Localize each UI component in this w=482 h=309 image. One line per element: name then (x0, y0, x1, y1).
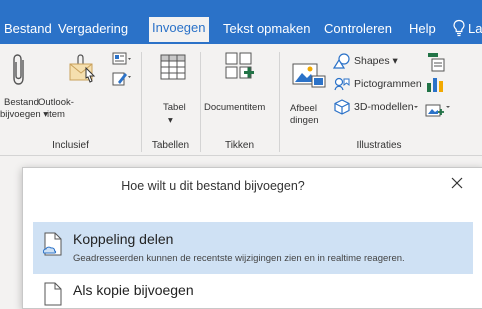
option-share-link[interactable]: Koppeling delen Geadresseerden kunnen de… (33, 222, 473, 274)
picture-icon (292, 63, 326, 88)
bestand-bijvoegen-label-2: bijvoegen ▾ (0, 109, 49, 120)
group-label-illustraties: Illustraties (356, 140, 402, 151)
close-icon[interactable] (450, 176, 464, 190)
table-icon (160, 54, 186, 80)
tell-me-label[interactable]: La (468, 21, 482, 37)
shapes-icon (333, 53, 350, 69)
tab-tekst-opmaken[interactable]: Tekst opmaken (223, 21, 310, 37)
ribbon-tab-bar: Bestand Vergadering Invoegen Tekst opmak… (0, 0, 482, 44)
cube-3d-icon (334, 99, 350, 115)
signature-icon[interactable] (112, 70, 132, 86)
outlook-item-label-1: Outlook- (38, 97, 74, 108)
document-item-icon (225, 52, 254, 79)
paperclip-icon (13, 54, 24, 85)
smartart-icon[interactable] (424, 52, 446, 72)
outlook-item-label-2: item (47, 109, 65, 120)
option-title: Als kopie bijvoegen (73, 282, 194, 298)
attach-file-dialog: Hoe wilt u dit bestand bijvoegen? Koppel… (22, 167, 482, 309)
icons-icon (334, 77, 350, 91)
group-label-tikken: Tikken (224, 140, 255, 151)
tab-vergadering[interactable]: Vergadering (58, 21, 128, 37)
tab-help[interactable]: Help (409, 21, 436, 37)
option-attach-copy[interactable]: Als kopie bijvoegen (33, 276, 473, 306)
tab-bestand[interactable]: Bestand (4, 21, 52, 37)
chart-icon[interactable] (424, 75, 446, 93)
business-card-icon[interactable] (112, 52, 132, 66)
pictogrammen-label: Pictogrammen (354, 78, 422, 90)
tab-invoegen[interactable]: Invoegen (149, 17, 209, 42)
afbeeldingen-label-2: dingen (290, 115, 319, 126)
tabel-label: Tabel (163, 102, 186, 113)
dialog-title: Hoe wilt u dit bestand bijvoegen? (121, 179, 305, 193)
group-label-inclusief: Inclusief (52, 140, 89, 151)
group-label-tabellen: Tabellen (151, 140, 190, 151)
separator (279, 52, 280, 152)
bestand-bijvoegen-label-1: Bestand (4, 97, 39, 108)
file-copy-icon (44, 282, 62, 306)
lightbulb-icon[interactable] (452, 19, 466, 37)
separator (200, 52, 201, 152)
outlook-item-icon (69, 54, 96, 83)
tabel-dropdown-icon: ▾ (168, 115, 173, 126)
cloud-file-icon (43, 232, 62, 256)
option-title: Koppeling delen (73, 231, 174, 247)
ribbon-panel: Bestand bijvoegen ▾ Outlook- item Tabel … (0, 44, 482, 156)
tab-controleren[interactable]: Controleren (324, 21, 392, 37)
documentitem-label: Documentitem (204, 102, 266, 113)
screenshot-icon[interactable] (412, 100, 452, 118)
3d-modellen-label: 3D-modellen (354, 101, 414, 113)
separator (141, 52, 142, 152)
option-description: Geadresseerden kunnen de recentste wijzi… (73, 253, 405, 264)
afbeeldingen-label-1: Afbeel (290, 103, 317, 114)
shapes-label: Shapes ▾ (354, 55, 398, 67)
